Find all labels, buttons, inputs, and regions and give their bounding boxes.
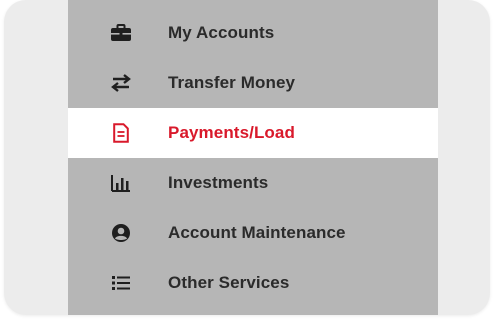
menu-frame: My Accounts Transfer Money Payments/Load… bbox=[4, 0, 490, 315]
menu-item-payments-load[interactable]: Payments/Load bbox=[68, 108, 438, 158]
user-circle-icon bbox=[110, 222, 132, 244]
menu-item-my-accounts[interactable]: My Accounts bbox=[68, 8, 438, 58]
menu-item-label: Payments/Load bbox=[168, 123, 295, 142]
menu-item-other-services[interactable]: Other Services bbox=[68, 258, 438, 308]
menu-item-label: Account Maintenance bbox=[168, 223, 346, 242]
menu-item-label: My Accounts bbox=[168, 23, 275, 42]
navigation-menu: My Accounts Transfer Money Payments/Load… bbox=[68, 0, 438, 315]
menu-item-investments[interactable]: Investments bbox=[68, 158, 438, 208]
menu-item-label: Investments bbox=[168, 173, 269, 192]
transfer-arrows-icon bbox=[110, 72, 132, 94]
document-icon bbox=[110, 122, 132, 144]
bar-chart-icon bbox=[110, 172, 132, 194]
briefcase-icon bbox=[110, 22, 132, 44]
list-icon bbox=[110, 272, 132, 294]
menu-item-label: Other Services bbox=[168, 273, 290, 292]
menu-item-account-maintenance[interactable]: Account Maintenance bbox=[68, 208, 438, 258]
menu-item-label: Transfer Money bbox=[168, 73, 296, 92]
menu-item-transfer-money[interactable]: Transfer Money bbox=[68, 58, 438, 108]
